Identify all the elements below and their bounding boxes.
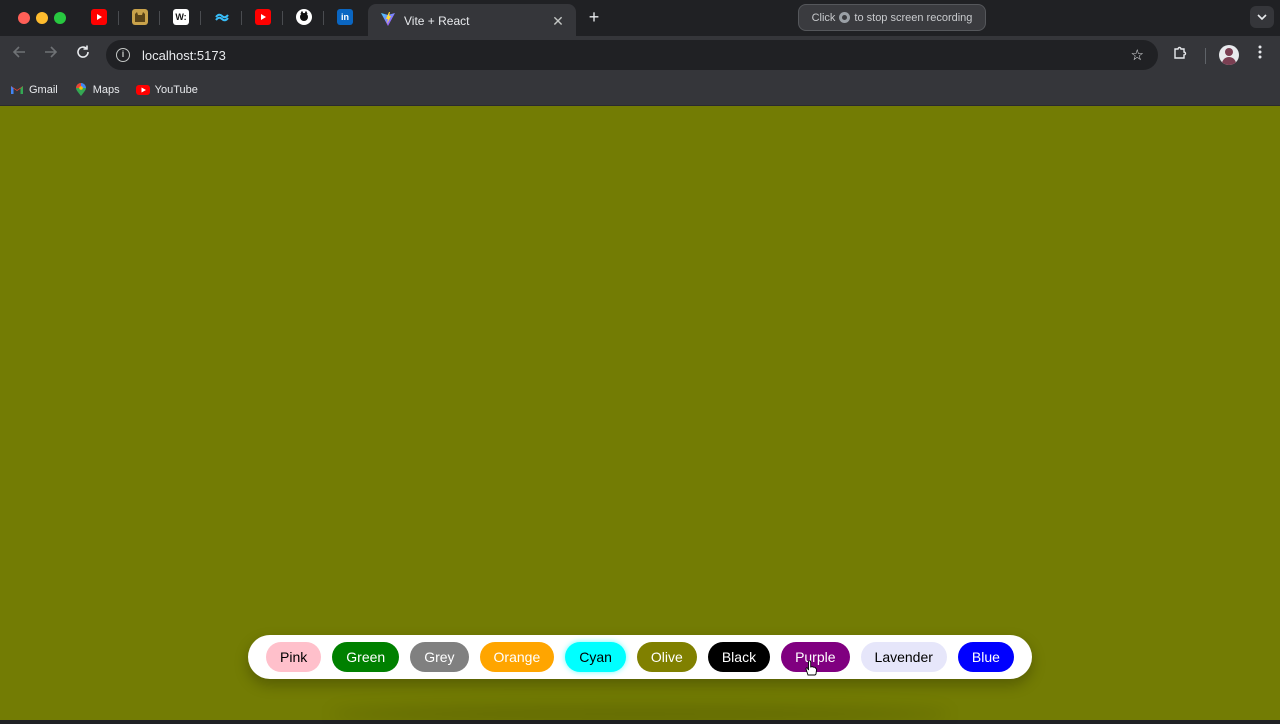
bookmark-youtube[interactable]: YouTube — [135, 83, 198, 97]
color-button-orange[interactable]: Orange — [479, 642, 555, 672]
forward-button[interactable] — [40, 44, 62, 66]
reload-button[interactable] — [72, 44, 94, 66]
pinned-tab-cat[interactable] — [123, 6, 160, 28]
color-button-blue[interactable]: Blue — [957, 642, 1014, 672]
reload-icon — [77, 45, 89, 58]
bookmark-star-icon[interactable]: ☆ — [1131, 46, 1144, 64]
github-icon — [296, 9, 312, 25]
stop-recording-notice[interactable]: Click to stop screen recording — [798, 4, 986, 31]
color-button-olive[interactable]: Olive — [636, 642, 697, 672]
tailwind-icon — [214, 9, 230, 25]
puzzle-icon — [1173, 46, 1186, 59]
url-text[interactable]: localhost:5173 — [142, 48, 1131, 63]
back-button[interactable] — [8, 44, 30, 66]
color-button-lavender[interactable]: Lavender — [860, 642, 947, 672]
browser-menu-button[interactable] — [1250, 45, 1270, 65]
pinned-tab-youtube-2[interactable] — [246, 6, 283, 28]
bookmarks-bar: Gmail Maps YouTube — [0, 74, 1280, 106]
site-info-icon[interactable]: i — [116, 48, 130, 62]
profile-avatar[interactable] — [1219, 45, 1239, 65]
pinned-tab-youtube[interactable] — [82, 6, 119, 28]
pinned-tab-linkedin[interactable]: in — [328, 6, 362, 28]
linkedin-icon: in — [337, 9, 353, 25]
pinned-tab-github[interactable] — [287, 6, 324, 28]
bookmark-gmail[interactable]: Gmail — [10, 83, 58, 97]
cat-icon — [132, 9, 148, 25]
hand-cursor-icon — [805, 660, 817, 676]
color-button-pink[interactable]: Pink — [266, 642, 322, 672]
color-button-cyan[interactable]: Cyan — [565, 642, 626, 672]
tab-search-button[interactable] — [1250, 6, 1274, 28]
close-window-button[interactable] — [18, 12, 30, 24]
pinned-tab-wordle[interactable]: W: — [164, 6, 201, 28]
wordle-icon: W: — [173, 9, 189, 25]
recording-suffix: to stop screen recording — [854, 11, 973, 24]
pinned-tab-tailwind[interactable] — [205, 6, 242, 28]
recording-prefix: Click — [811, 11, 836, 24]
color-button-grey[interactable]: Grey — [410, 642, 469, 672]
gmail-icon — [10, 83, 24, 97]
minimize-window-button[interactable] — [36, 12, 48, 24]
bookmark-label: Gmail — [29, 83, 58, 96]
tab-title: Vite + React — [404, 14, 470, 28]
bookmark-maps[interactable]: Maps — [74, 82, 120, 97]
maximize-window-button[interactable] — [54, 12, 66, 24]
arrow-right-icon — [45, 46, 58, 58]
maps-icon — [74, 82, 88, 97]
more-vert-icon — [1258, 45, 1262, 59]
bookmark-label: YouTube — [154, 83, 198, 96]
record-stop-icon — [839, 12, 851, 23]
arrow-left-icon — [12, 46, 25, 58]
youtube-icon — [91, 9, 107, 25]
bookmark-label: Maps — [92, 83, 120, 96]
tab-strip: W: in Vite + React ✕ + Click to stop scr… — [0, 0, 1280, 38]
new-tab-button[interactable]: + — [584, 7, 604, 27]
tab-vite-react[interactable]: Vite + React ✕ — [368, 4, 576, 38]
youtube-icon — [255, 9, 271, 25]
close-tab-icon[interactable]: ✕ — [550, 13, 566, 30]
youtube-icon — [135, 83, 150, 97]
vite-icon — [380, 11, 396, 32]
extensions-button[interactable] — [1170, 45, 1190, 65]
color-palette-bar: Pink Green Grey Orange Cyan Olive Black Purple L… — [248, 635, 1032, 679]
color-button-black[interactable]: Black — [707, 642, 771, 672]
browser-toolbar: i localhost:5173 ☆ — [0, 36, 1280, 74]
chevron-down-icon — [1257, 14, 1267, 20]
address-bar[interactable]: i localhost:5173 ☆ — [106, 40, 1158, 70]
color-button-green[interactable]: Green — [332, 642, 400, 672]
app-canvas: Pink Green Grey Orange Cyan Olive Black Purple L… — [0, 106, 1280, 724]
